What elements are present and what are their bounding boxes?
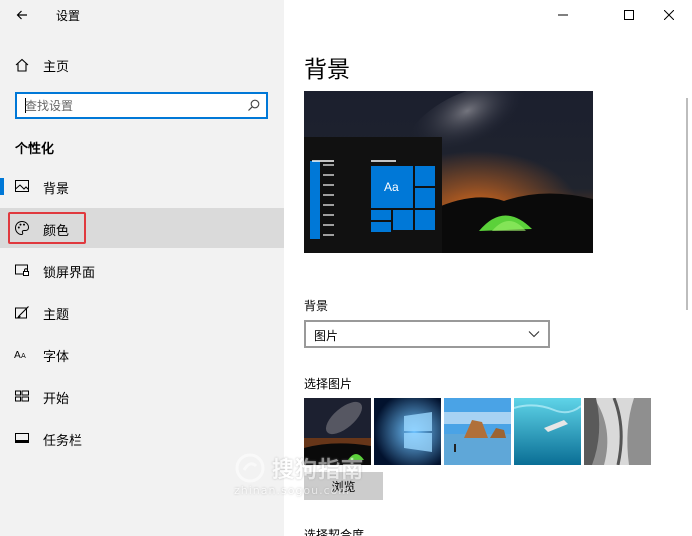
dropdown-value: 图片	[314, 329, 339, 343]
watermark-text: 搜狗指南	[272, 458, 365, 483]
background-type-dropdown[interactable]: 图片	[304, 320, 550, 348]
background-type-label: 背景	[304, 299, 329, 313]
search-icon[interactable]	[247, 99, 260, 112]
app-title: 设置	[56, 9, 81, 23]
choose-fit-label: 选择契合度	[304, 528, 365, 536]
nav-home[interactable]: 主页	[0, 50, 284, 80]
sidebar-item-colors[interactable]: 颜色	[0, 208, 284, 248]
home-icon	[15, 58, 29, 72]
sidebar-item-label: 任务栏	[43, 434, 83, 449]
background-preview: Aa	[304, 91, 593, 253]
watermark-url: zhinan.sogou.com	[234, 484, 351, 497]
search-box[interactable]	[15, 92, 268, 119]
sidebar-item-label: 背景	[43, 182, 70, 197]
picture-thumbnail[interactable]	[444, 398, 511, 465]
maximize-button[interactable]	[612, 0, 646, 30]
sidebar-item-lock-screen[interactable]: 锁屏界面	[0, 250, 284, 290]
minimize-icon	[558, 14, 568, 16]
minimize-button[interactable]	[546, 0, 580, 30]
choose-picture-label: 选择图片	[304, 377, 353, 391]
picture-thumbnail[interactable]	[584, 398, 651, 465]
back-button[interactable]	[10, 4, 34, 26]
sidebar-item-label: 主题	[43, 308, 70, 323]
sidebar-item-label: 锁屏界面	[43, 266, 96, 281]
sidebar-item-themes[interactable]: 主题	[0, 292, 284, 332]
watermark: 搜狗指南 zhinan.sogou.com	[230, 452, 400, 504]
nav-home-label: 主页	[43, 60, 70, 75]
search-input[interactable]	[25, 96, 235, 115]
sidebar-item-start[interactable]: 开始	[0, 376, 284, 416]
scrollbar[interactable]	[686, 98, 688, 310]
lock-screen-icon	[15, 264, 29, 276]
titlebar-left: 设置	[0, 0, 284, 30]
sidebar-item-label: 颜色	[43, 224, 70, 239]
picture-thumbnail[interactable]	[514, 398, 581, 465]
chevron-down-icon	[528, 331, 540, 338]
watermark-logo-icon	[235, 453, 265, 483]
sidebar-item-label: 字体	[43, 350, 70, 365]
svg-text:A: A	[14, 350, 21, 361]
theme-brush-icon	[15, 306, 29, 319]
back-arrow-icon	[16, 10, 27, 20]
svg-text:A: A	[21, 352, 26, 360]
thumbnail-underwater	[514, 398, 581, 465]
palette-icon	[14, 220, 30, 236]
thumbnail-beach-rocks	[444, 398, 511, 465]
preview-image	[304, 91, 593, 253]
sidebar-item-label: 开始	[43, 392, 70, 407]
maximize-icon	[624, 10, 634, 20]
page-title: 背景	[304, 57, 350, 83]
sidebar-item-background[interactable]: 背景	[0, 166, 284, 206]
section-title: 个性化	[15, 142, 55, 157]
start-icon	[15, 390, 29, 402]
selected-indicator	[0, 178, 4, 195]
image-icon	[15, 180, 29, 192]
preview-tile-text: Aa	[384, 180, 399, 194]
taskbar-icon	[15, 433, 29, 443]
thumbnail-rock-bw	[584, 398, 651, 465]
close-icon	[664, 10, 674, 20]
sidebar-item-fonts[interactable]: A A 字体	[0, 334, 284, 374]
font-icon: A A	[14, 350, 26, 361]
close-button[interactable]	[652, 0, 686, 30]
